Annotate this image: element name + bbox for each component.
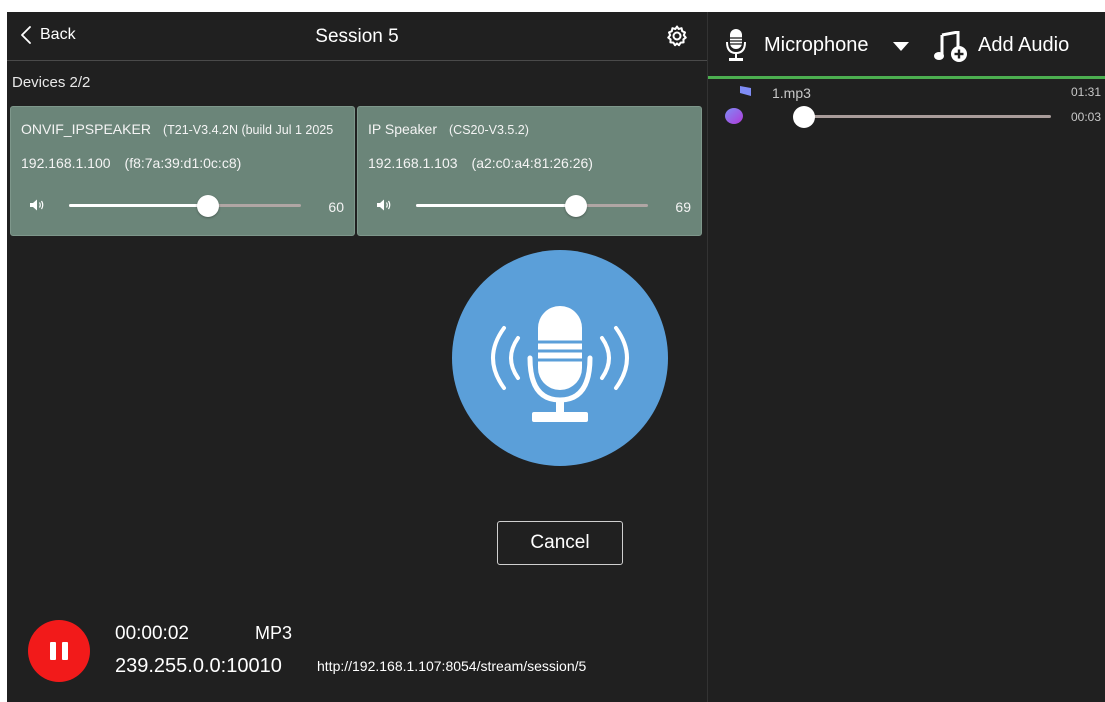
devices-count-label: Devices 2/2 xyxy=(12,74,91,91)
page-title: Session 5 xyxy=(315,26,399,47)
stream-url: http://192.168.1.107:8054/stream/session… xyxy=(317,658,587,674)
device-name: IP Speaker xyxy=(368,121,438,137)
list-item[interactable]: 1.mp3 01:31 00:03 xyxy=(708,80,1105,136)
device-address-line: 192.168.1.100 (f8:7a:39:d1:0c:c8) xyxy=(21,155,241,171)
session-toolbar: Back Session 5 xyxy=(7,12,707,60)
session-panel: Back Session 5 Devices 2/2 ONVIF_IPSPEAK… xyxy=(7,12,707,702)
cancel-button[interactable]: Cancel xyxy=(497,521,623,565)
music-note-add-icon[interactable] xyxy=(934,31,968,63)
volume-slider[interactable] xyxy=(416,195,648,217)
audio-format: MP3 xyxy=(255,623,293,643)
track-seek-thumb[interactable] xyxy=(793,106,816,128)
device-ip: 192.168.1.100 xyxy=(21,155,111,171)
track-name: 1.mp3 xyxy=(772,85,811,101)
volume-slider-thumb[interactable] xyxy=(197,195,220,217)
volume-slider-fill xyxy=(69,204,209,207)
push-to-talk-button[interactable] xyxy=(452,250,668,466)
device-version: (CS20-V3.5.2) xyxy=(449,123,529,137)
device-card[interactable]: ONVIF_IPSPEAKER (T21-V3.4.2N (build Jul 1… xyxy=(10,106,355,236)
source-accent-line xyxy=(708,76,1105,79)
pause-button[interactable] xyxy=(28,620,90,682)
toolbar-divider xyxy=(7,60,707,61)
volume-value: 69 xyxy=(675,199,691,215)
track-duration: 01:31 xyxy=(1070,85,1101,99)
multicast-address: 239.255.0.0:10010 xyxy=(115,655,282,677)
source-toolbar: Microphone Add Audio xyxy=(708,12,1105,76)
track-current-time: 00:03 xyxy=(1070,110,1101,124)
device-version: (T21-V3.4.2N (build Jul 1 2025 xyxy=(162,123,334,137)
microphone-icon xyxy=(726,29,746,61)
add-audio-button[interactable]: Add Audio xyxy=(978,34,1069,57)
device-mac: (f8:7a:39:d1:0c:c8) xyxy=(124,155,242,171)
elapsed-time: 00:00:02 xyxy=(115,623,189,644)
audio-source-panel: Microphone Add Audio 1.mp3 01:31 00:03 xyxy=(708,12,1105,702)
volume-slider-thumb[interactable] xyxy=(565,195,588,217)
speaker-icon xyxy=(377,199,391,211)
gear-icon[interactable] xyxy=(665,24,689,48)
source-selector[interactable]: Microphone xyxy=(764,34,869,57)
pause-icon xyxy=(50,642,56,660)
device-title-line: ONVIF_IPSPEAKER (T21-V3.4.2N (build Jul 1… xyxy=(21,121,333,137)
device-card[interactable]: IP Speaker (CS20-V3.5.2) 192.168.1.103 (a2… xyxy=(357,106,702,236)
device-mac: (a2:c0:a4:81:26:26) xyxy=(471,155,593,171)
caret-down-icon[interactable] xyxy=(893,42,909,51)
music-note-icon xyxy=(725,86,751,124)
device-name: ONVIF_IPSPEAKER xyxy=(21,121,151,137)
microphone-broadcast-icon xyxy=(491,306,629,422)
device-title-line: IP Speaker (CS20-V3.5.2) xyxy=(368,121,529,137)
speaker-icon xyxy=(30,199,44,211)
volume-slider[interactable] xyxy=(69,195,301,217)
volume-value: 60 xyxy=(328,199,344,215)
track-seek-slider[interactable] xyxy=(793,106,1051,128)
device-ip: 192.168.1.103 xyxy=(368,155,458,171)
app-window: Back Session 5 Devices 2/2 ONVIF_IPSPEAK… xyxy=(7,12,1105,702)
pause-icon-bar xyxy=(62,642,68,660)
device-address-line: 192.168.1.103 (a2:c0:a4:81:26:26) xyxy=(368,155,593,171)
volume-slider-fill xyxy=(416,204,577,207)
